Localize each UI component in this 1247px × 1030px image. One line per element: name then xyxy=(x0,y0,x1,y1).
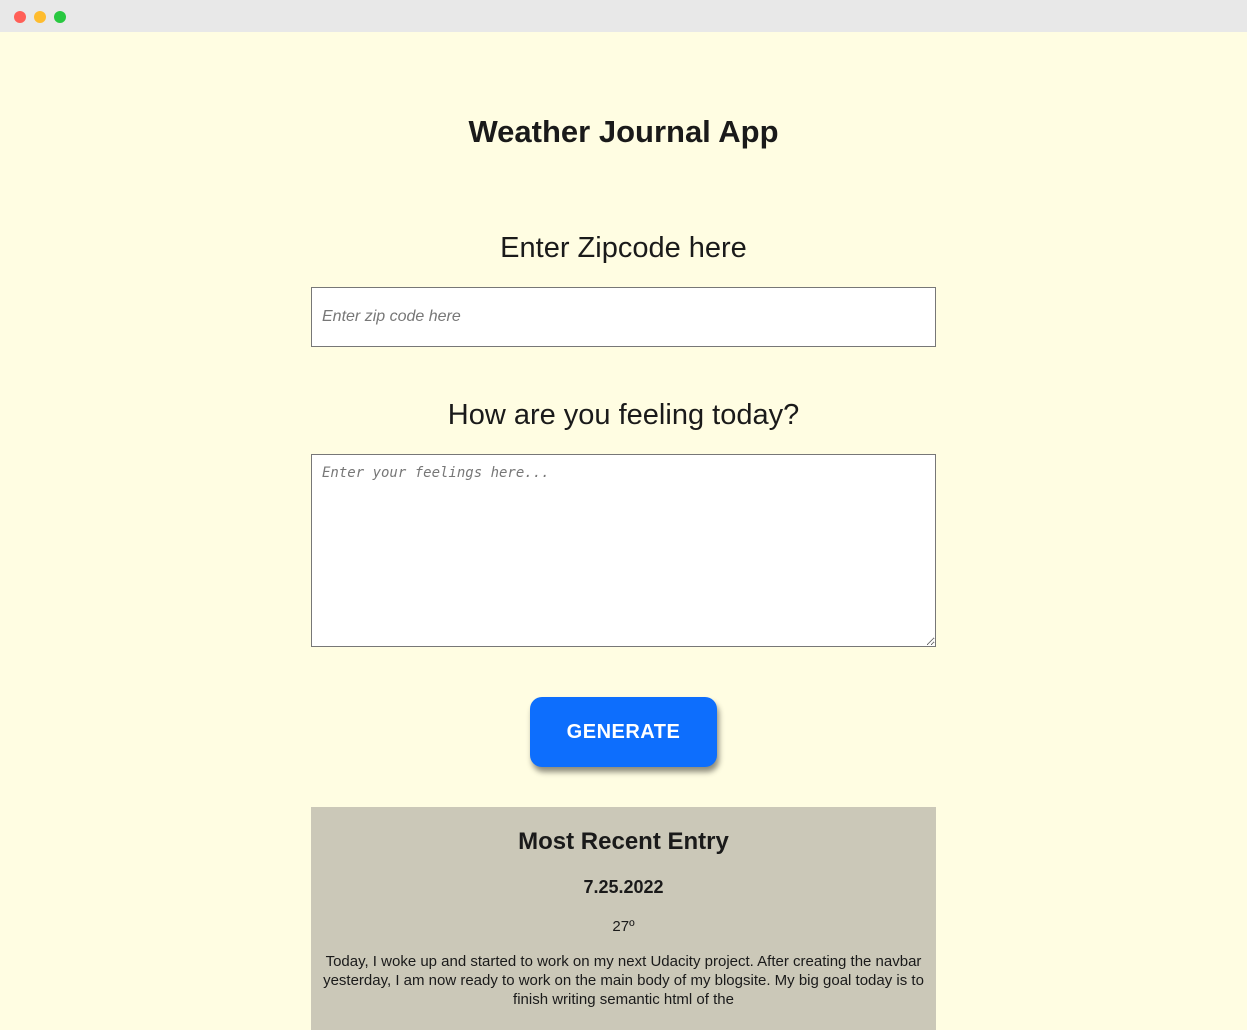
generate-button[interactable]: GENERATE xyxy=(530,697,717,767)
feelings-textarea[interactable] xyxy=(311,454,936,647)
page-title: Weather Journal App xyxy=(468,114,779,149)
app-page: Weather Journal App Enter Zipcode here H… xyxy=(0,32,1247,1030)
maximize-window-icon[interactable] xyxy=(54,11,66,23)
entry-date: 7.25.2022 xyxy=(583,877,664,897)
zip-label: Enter Zipcode here xyxy=(500,232,747,264)
window-title-bar xyxy=(0,0,1247,32)
entry-content: Today, I woke up and started to work on … xyxy=(323,953,924,1008)
feelings-label: How are you feeling today? xyxy=(447,399,800,431)
entry-temp: 27º xyxy=(612,918,635,935)
recent-entry-panel: Most Recent Entry 7.25.2022 27º Today, I… xyxy=(311,807,936,1030)
zip-input[interactable] xyxy=(311,287,936,347)
close-window-icon[interactable] xyxy=(14,11,26,23)
entry-title: Most Recent Entry xyxy=(518,828,729,855)
minimize-window-icon[interactable] xyxy=(34,11,46,23)
